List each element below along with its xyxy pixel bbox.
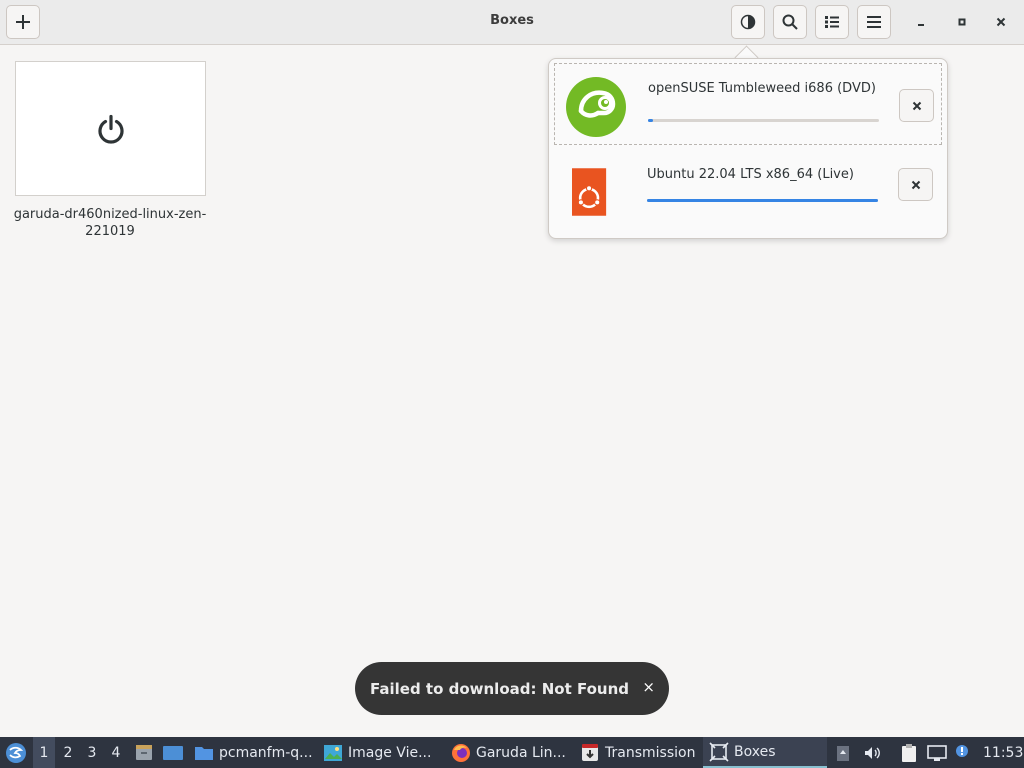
contrast-button[interactable] [731, 5, 765, 39]
maximize-icon [958, 18, 966, 26]
transmission-icon [582, 743, 598, 761]
close-icon [911, 180, 920, 189]
opensuse-logo [566, 77, 626, 137]
minimize-button[interactable] [910, 11, 932, 33]
search-button[interactable] [773, 5, 807, 39]
desktop-icon [163, 745, 183, 760]
contrast-icon [740, 14, 756, 30]
download-progress-fill [648, 119, 653, 122]
volume-button[interactable] [863, 737, 883, 768]
workspace-2[interactable]: 2 [57, 737, 79, 768]
list-view-icon [825, 16, 839, 28]
cancel-download-button[interactable] [899, 89, 934, 122]
power-icon [97, 114, 124, 144]
network-icon [927, 744, 947, 761]
task-transmission[interactable]: Transmission [580, 737, 698, 768]
firefox-icon [452, 743, 470, 762]
close-icon [996, 17, 1006, 27]
close-button[interactable] [990, 11, 1012, 33]
list-view-button[interactable] [815, 5, 849, 39]
toast-close-button[interactable]: × [642, 678, 655, 696]
folder-icon [195, 746, 213, 760]
workspace-3[interactable]: 3 [81, 737, 103, 768]
task-image-viewer[interactable]: Image Vie... [323, 737, 441, 768]
task-pcmanfm[interactable]: pcmanfm-q... [194, 737, 314, 768]
network-button[interactable] [927, 737, 947, 768]
tray-expander[interactable] [836, 737, 852, 768]
task-label: Garuda Lin... [476, 744, 566, 761]
download-progress [648, 119, 879, 122]
error-toast: Failed to download: Not Found × [355, 662, 669, 715]
header-bar: Boxes [0, 0, 1024, 45]
search-icon [782, 14, 798, 30]
app-menu-button[interactable] [4, 737, 28, 768]
download-title: Ubuntu 22.04 LTS x86_64 (Live) [647, 167, 854, 182]
downloads-popover: openSUSE Tumbleweed i686 (DVD) Ubuntu 22… [548, 58, 948, 239]
ubuntu-logo [572, 168, 607, 216]
tray-up-icon [837, 745, 849, 761]
download-title: openSUSE Tumbleweed i686 (DVD) [648, 81, 876, 96]
cancel-download-button[interactable] [898, 168, 933, 201]
workspace-1[interactable]: 1 [33, 737, 55, 768]
main-menu-button[interactable] [857, 5, 891, 39]
download-progress [647, 199, 878, 202]
download-progress-fill [647, 199, 878, 202]
toast-message: Failed to download: Not Found [370, 679, 629, 698]
notification-button[interactable] [954, 737, 972, 768]
workspace-4[interactable]: 4 [105, 737, 127, 768]
task-label: Boxes [734, 743, 776, 760]
clock[interactable]: 11:53 [983, 737, 1023, 768]
clipboard-button[interactable] [900, 737, 920, 768]
clipboard-icon [902, 743, 916, 762]
show-desktop-launcher[interactable] [162, 737, 184, 768]
download-row-opensuse[interactable]: openSUSE Tumbleweed i686 (DVD) [554, 63, 942, 145]
close-icon [912, 101, 921, 110]
menu-icon [867, 16, 881, 28]
download-row-ubuntu[interactable]: Ubuntu 22.04 LTS x86_64 (Live) [554, 151, 942, 233]
taskbar: 1 2 3 4 pcmanfm-q... Image Vie... Garuda… [0, 737, 1024, 768]
vm-name-label[interactable]: garuda-dr460nized-linux-zen-221019 [10, 206, 210, 240]
garuda-logo-icon [6, 742, 26, 763]
minimize-icon [918, 24, 924, 26]
image-viewer-icon [324, 744, 342, 761]
task-label: Image Vie... [348, 744, 432, 761]
volume-icon [865, 746, 880, 759]
vm-thumbnail[interactable] [15, 61, 206, 196]
task-label: pcmanfm-q... [219, 744, 313, 761]
maximize-button[interactable] [951, 11, 973, 33]
task-label: Transmission [605, 744, 696, 761]
drawer-icon [136, 744, 152, 760]
task-firefox[interactable]: Garuda Lin... [451, 737, 571, 768]
boxes-icon [709, 741, 729, 762]
info-icon [956, 744, 968, 757]
task-boxes[interactable]: Boxes [703, 737, 827, 768]
file-manager-launcher[interactable] [134, 737, 154, 768]
